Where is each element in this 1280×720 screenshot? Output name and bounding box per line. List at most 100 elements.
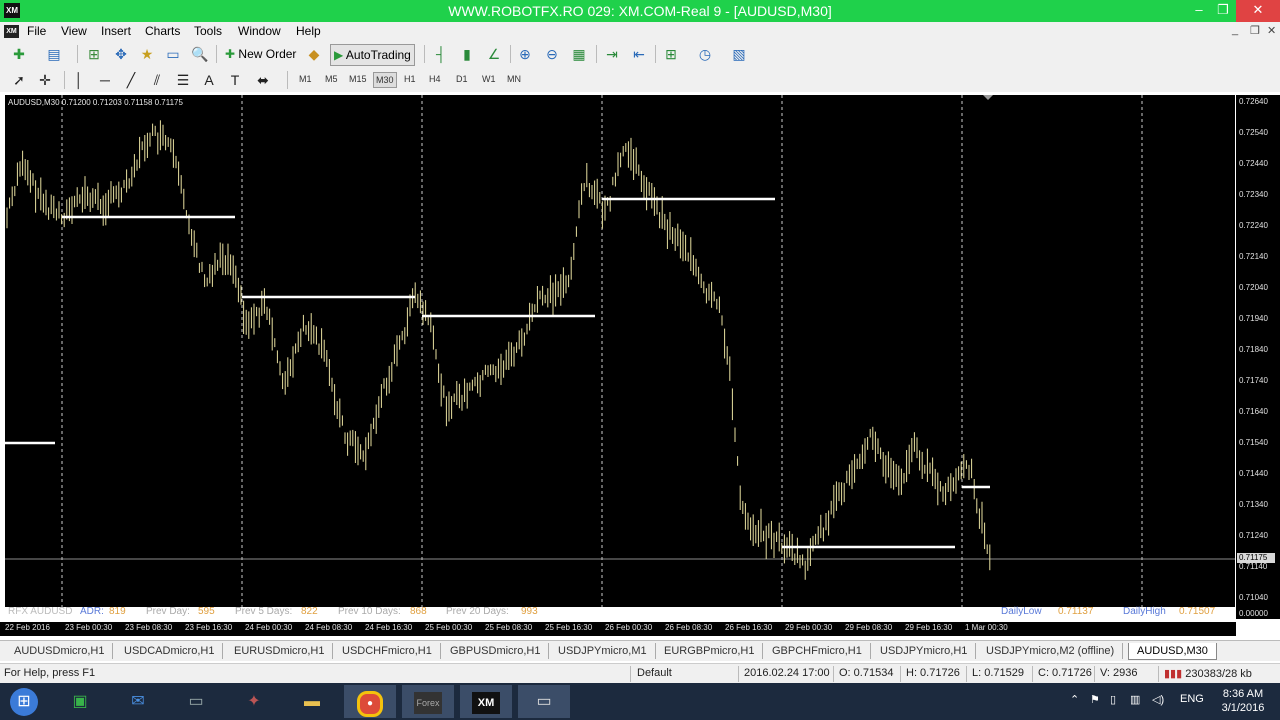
chart-tab[interactable]: GBPCHFmicro,H1 bbox=[764, 643, 871, 659]
price-label: 0.72040 bbox=[1239, 283, 1268, 292]
fibonacci-icon[interactable]: ☰ bbox=[174, 71, 192, 89]
price-label: 0.71340 bbox=[1239, 500, 1268, 509]
window-icon[interactable]: ▭ bbox=[518, 685, 570, 718]
timeframe-mn[interactable]: MN bbox=[505, 72, 523, 86]
tray-expand-icon[interactable]: ⌃ bbox=[1070, 693, 1079, 706]
chart-tab[interactable]: EURUSDmicro,H1 bbox=[226, 643, 334, 659]
xm-terminal-icon[interactable]: XM bbox=[460, 685, 512, 718]
mail-icon[interactable]: ✉ bbox=[112, 685, 164, 718]
trendline-icon[interactable]: ╱ bbox=[122, 71, 140, 89]
monitor-icon[interactable]: ▭ bbox=[170, 685, 222, 718]
price-label: 0.71640 bbox=[1239, 407, 1268, 416]
autotrading-button[interactable]: ▶ AutoTrading bbox=[330, 44, 415, 66]
chart-tab[interactable]: USDJPYmicro,M1 bbox=[550, 643, 656, 659]
price-chart[interactable]: AUDUSD,M30 0.71200 0.71203 0.71158 0.711… bbox=[5, 95, 1235, 617]
timeframe-m15[interactable]: M15 bbox=[347, 72, 369, 86]
chrome-icon[interactable]: ● bbox=[344, 685, 396, 718]
chart-tab[interactable]: AUDUSDmicro,H1 bbox=[6, 643, 114, 659]
metaeditor-icon[interactable]: ◆ bbox=[305, 45, 323, 63]
arrows-icon[interactable]: ⬌ bbox=[254, 71, 272, 89]
candlestick-icon[interactable]: ▮ bbox=[458, 45, 476, 63]
mdi-minimize-icon[interactable]: _ bbox=[1232, 24, 1238, 36]
chart-tab[interactable]: USDCHFmicro,H1 bbox=[334, 643, 441, 659]
restore-button[interactable]: ❐ bbox=[1208, 0, 1238, 22]
status-high: H: 0.71726 bbox=[906, 667, 960, 679]
forex-app-icon[interactable]: Forex bbox=[402, 685, 454, 718]
price-scale[interactable]: 0.71175 0.00000 0.72640 0.72540 0.72440 0.7… bbox=[1236, 95, 1280, 619]
cursor-icon[interactable]: ➚ bbox=[10, 71, 28, 89]
market-watch-icon[interactable]: ⊞ bbox=[85, 45, 103, 63]
bar-chart-icon[interactable]: ┤ bbox=[432, 45, 450, 63]
zoom-out-icon[interactable]: ⊖ bbox=[543, 45, 561, 63]
profiles-icon[interactable]: ▤ bbox=[45, 45, 63, 63]
mdi-close-icon[interactable]: ✕ bbox=[1267, 24, 1276, 37]
timeframe-m5[interactable]: M5 bbox=[323, 72, 340, 86]
store-icon[interactable]: ▣ bbox=[54, 685, 106, 718]
zoom-in-icon[interactable]: ⊕ bbox=[516, 45, 534, 63]
language-indicator[interactable]: ENG bbox=[1180, 693, 1204, 705]
channel-icon[interactable]: ⫽ bbox=[148, 71, 166, 89]
tray-flag-icon[interactable]: ⚑ bbox=[1090, 693, 1100, 706]
tile-windows-icon[interactable]: ▦ bbox=[570, 45, 588, 63]
volume-icon[interactable]: ◁) bbox=[1152, 693, 1164, 706]
prev10-value: 868 bbox=[410, 606, 427, 617]
price-label: 0.72640 bbox=[1239, 97, 1268, 106]
app-icon[interactable]: ✦ bbox=[228, 685, 280, 718]
timeframe-w1[interactable]: W1 bbox=[480, 72, 498, 86]
text-label-icon[interactable]: T bbox=[226, 71, 244, 89]
templates-icon[interactable]: ▧ bbox=[730, 45, 748, 63]
new-chart-icon[interactable]: ✚ bbox=[10, 45, 28, 63]
timeframe-h1[interactable]: H1 bbox=[402, 72, 418, 86]
chart-tab[interactable]: GBPUSDmicro,H1 bbox=[442, 643, 550, 659]
chart-tab[interactable]: EURGBPmicro,H1 bbox=[656, 643, 764, 659]
mdi-restore-icon[interactable]: ❐ bbox=[1250, 24, 1260, 37]
close-button[interactable]: ✕ bbox=[1236, 0, 1280, 22]
timeframe-h4[interactable]: H4 bbox=[427, 72, 443, 86]
terminal-icon[interactable]: ▭ bbox=[164, 45, 182, 63]
autoscroll-icon[interactable]: ⇤ bbox=[630, 45, 648, 63]
profile-name: Default bbox=[637, 667, 672, 679]
daily-low-label: DailyLow bbox=[1001, 606, 1042, 617]
bottom-price-label: 0.00000 bbox=[1239, 609, 1268, 618]
horizontal-line-icon[interactable]: ─ bbox=[96, 71, 114, 89]
explorer-icon[interactable]: ▬ bbox=[286, 685, 338, 718]
line-chart-icon[interactable]: ∠ bbox=[485, 45, 503, 63]
menu-window[interactable]: Window bbox=[238, 24, 281, 38]
price-label: 0.71840 bbox=[1239, 345, 1268, 354]
menu-tools[interactable]: Tools bbox=[194, 24, 222, 38]
chart-shift-icon[interactable]: ⇥ bbox=[603, 45, 621, 63]
menu-file[interactable]: File bbox=[27, 24, 46, 38]
timeframe-d1[interactable]: D1 bbox=[454, 72, 470, 86]
network-icon[interactable]: ▥ bbox=[1130, 693, 1140, 706]
status-datetime: 2016.02.24 17:00 bbox=[744, 667, 830, 679]
menu-help[interactable]: Help bbox=[296, 24, 321, 38]
periods-icon[interactable]: ◷ bbox=[696, 45, 714, 63]
chart-tab[interactable]: USDCADmicro,H1 bbox=[116, 643, 224, 659]
clock[interactable]: 8:36 AM 3/1/2016 bbox=[1212, 687, 1274, 715]
timeframe-m30[interactable]: M30 bbox=[373, 72, 397, 88]
connection-status: ▮▮▮ 230383/28 kb bbox=[1164, 667, 1252, 680]
menu-view[interactable]: View bbox=[61, 24, 87, 38]
timeframe-m1[interactable]: M1 bbox=[297, 72, 314, 86]
time-scale[interactable]: 22 Feb 2016 23 Feb 00:30 23 Feb 08:30 23 Fe… bbox=[0, 622, 1236, 636]
chart-tab[interactable]: AUDUSD,M30 bbox=[1128, 643, 1217, 660]
time-label: 23 Feb 08:30 bbox=[125, 623, 173, 632]
stats-source: RFX AUDUSD bbox=[8, 606, 73, 617]
chart-tab[interactable]: USDJPYmicro,H1 bbox=[872, 643, 977, 659]
menu-charts[interactable]: Charts bbox=[145, 24, 180, 38]
tray-device-icon[interactable]: ▯ bbox=[1110, 693, 1116, 706]
data-window-icon[interactable]: ✥ bbox=[112, 45, 130, 63]
menu-insert[interactable]: Insert bbox=[101, 24, 131, 38]
new-order-button[interactable]: ✚ New Order bbox=[222, 44, 299, 64]
text-icon[interactable]: A bbox=[200, 71, 218, 89]
indicators-icon[interactable]: ⊞ bbox=[662, 45, 680, 63]
navigator-icon[interactable]: ★ bbox=[138, 45, 156, 63]
chart-tabs: AUDUSDmicro,H1 USDCADmicro,H1 EURUSDmicro,… bbox=[0, 640, 1280, 661]
window-title: WWW.ROBOTFX.RO 029: XM.COM-Real 9 - [AUD… bbox=[448, 3, 832, 19]
start-orb-icon[interactable]: ⊞ bbox=[4, 685, 44, 718]
vertical-line-icon[interactable]: │ bbox=[70, 71, 88, 89]
chart-shift-marker[interactable] bbox=[983, 95, 993, 100]
chart-tab[interactable]: USDJPYmicro,M2 (offline) bbox=[978, 643, 1124, 659]
crosshair-icon[interactable]: ✛ bbox=[36, 71, 54, 89]
strategy-tester-icon[interactable]: 🔍 bbox=[191, 45, 209, 63]
